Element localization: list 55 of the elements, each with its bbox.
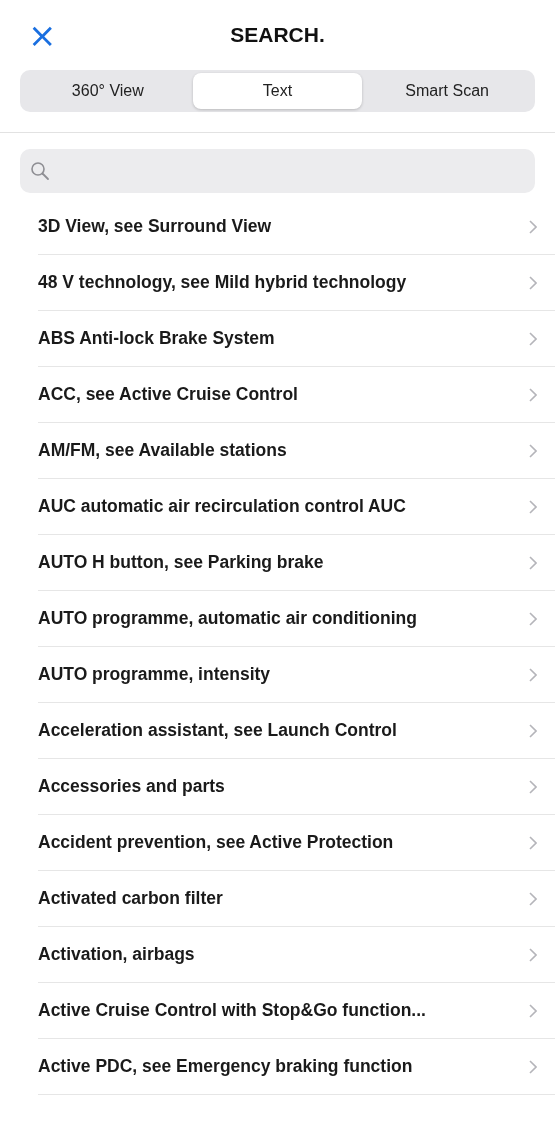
result-label: 3D View, see Surround View <box>38 216 273 237</box>
result-row[interactable]: 48 V technology, see Mild hybrid technology <box>38 255 555 311</box>
chevron-icon <box>529 387 537 402</box>
search-icon <box>30 161 50 181</box>
chevron-icon <box>529 1003 537 1018</box>
chevron-icon <box>529 947 537 962</box>
chevron-icon <box>529 331 537 346</box>
result-row[interactable]: Activation, airbags <box>38 927 555 983</box>
result-label: AUTO H button, see Parking brake <box>38 552 325 573</box>
result-row[interactable]: Accessories and parts <box>38 759 555 815</box>
result-label: 48 V technology, see Mild hybrid technology <box>38 272 408 293</box>
chevron-icon <box>529 723 537 738</box>
chevron-icon <box>529 611 537 626</box>
result-label: Accessories and parts <box>38 776 226 797</box>
result-row[interactable]: Active PDC, see Emergency braking function <box>38 1039 555 1095</box>
segment-tab[interactable]: Text <box>192 73 363 109</box>
chevron-icon <box>529 779 537 794</box>
result-row[interactable]: AM/FM, see Available stations <box>38 423 555 479</box>
result-label: Accident prevention, see Active Protection <box>38 832 395 853</box>
result-row[interactable]: Activated carbon filter <box>38 871 555 927</box>
result-row[interactable]: AUC automatic air recirculation control AUC <box>38 479 555 535</box>
result-label: ACC, see Active Cruise Control <box>38 384 299 405</box>
result-row[interactable]: ABS Anti-lock Brake System <box>38 311 555 367</box>
result-label: AUC automatic air recirculation control AUC <box>38 496 407 517</box>
chevron-icon <box>529 219 537 234</box>
result-row[interactable]: Acceleration assistant, see Launch Control <box>38 703 555 759</box>
page-title: SEARCH. <box>230 23 325 47</box>
result-row[interactable]: Active Cruise Control with Stop&Go function... <box>38 983 555 1039</box>
result-row[interactable]: AUTO H button, see Parking brake <box>38 535 555 591</box>
result-row[interactable]: 3D View, see Surround View <box>38 199 555 255</box>
chevron-icon <box>529 835 537 850</box>
result-label: AUTO programme, intensity <box>38 664 272 685</box>
segment-tab[interactable]: Smart Scan <box>362 73 532 109</box>
chevron-icon <box>529 891 537 906</box>
result-row[interactable]: AUTO programme, automatic air conditioning <box>38 591 555 647</box>
result-label: Active PDC, see Emergency braking function <box>38 1056 414 1077</box>
result-label: AUTO programme, automatic air conditioning <box>38 608 418 629</box>
result-row[interactable]: ACC, see Active Cruise Control <box>38 367 555 423</box>
search-field[interactable] <box>20 149 535 193</box>
chevron-icon <box>529 667 537 682</box>
result-label: ABS Anti-lock Brake System <box>38 328 276 349</box>
result-label: Acceleration assistant, see Launch Control <box>38 720 398 741</box>
result-label: Active Cruise Control with Stop&Go function... <box>38 1000 427 1021</box>
chevron-icon <box>529 555 537 570</box>
result-label: Activation, airbags <box>38 944 196 965</box>
segment-tab[interactable]: 360° View <box>23 73 193 109</box>
chevron-icon <box>529 1059 537 1074</box>
chevron-icon <box>529 443 537 458</box>
chevron-icon <box>529 275 537 290</box>
chevron-icon <box>529 499 537 514</box>
result-label: Activated carbon filter <box>38 888 224 909</box>
close-button[interactable]: × <box>20 18 65 52</box>
result-row[interactable]: AUTO programme, intensity <box>38 647 555 703</box>
result-label: AM/FM, see Available stations <box>38 440 288 461</box>
result-row[interactable]: Accident prevention, see Active Protection <box>38 815 555 871</box>
